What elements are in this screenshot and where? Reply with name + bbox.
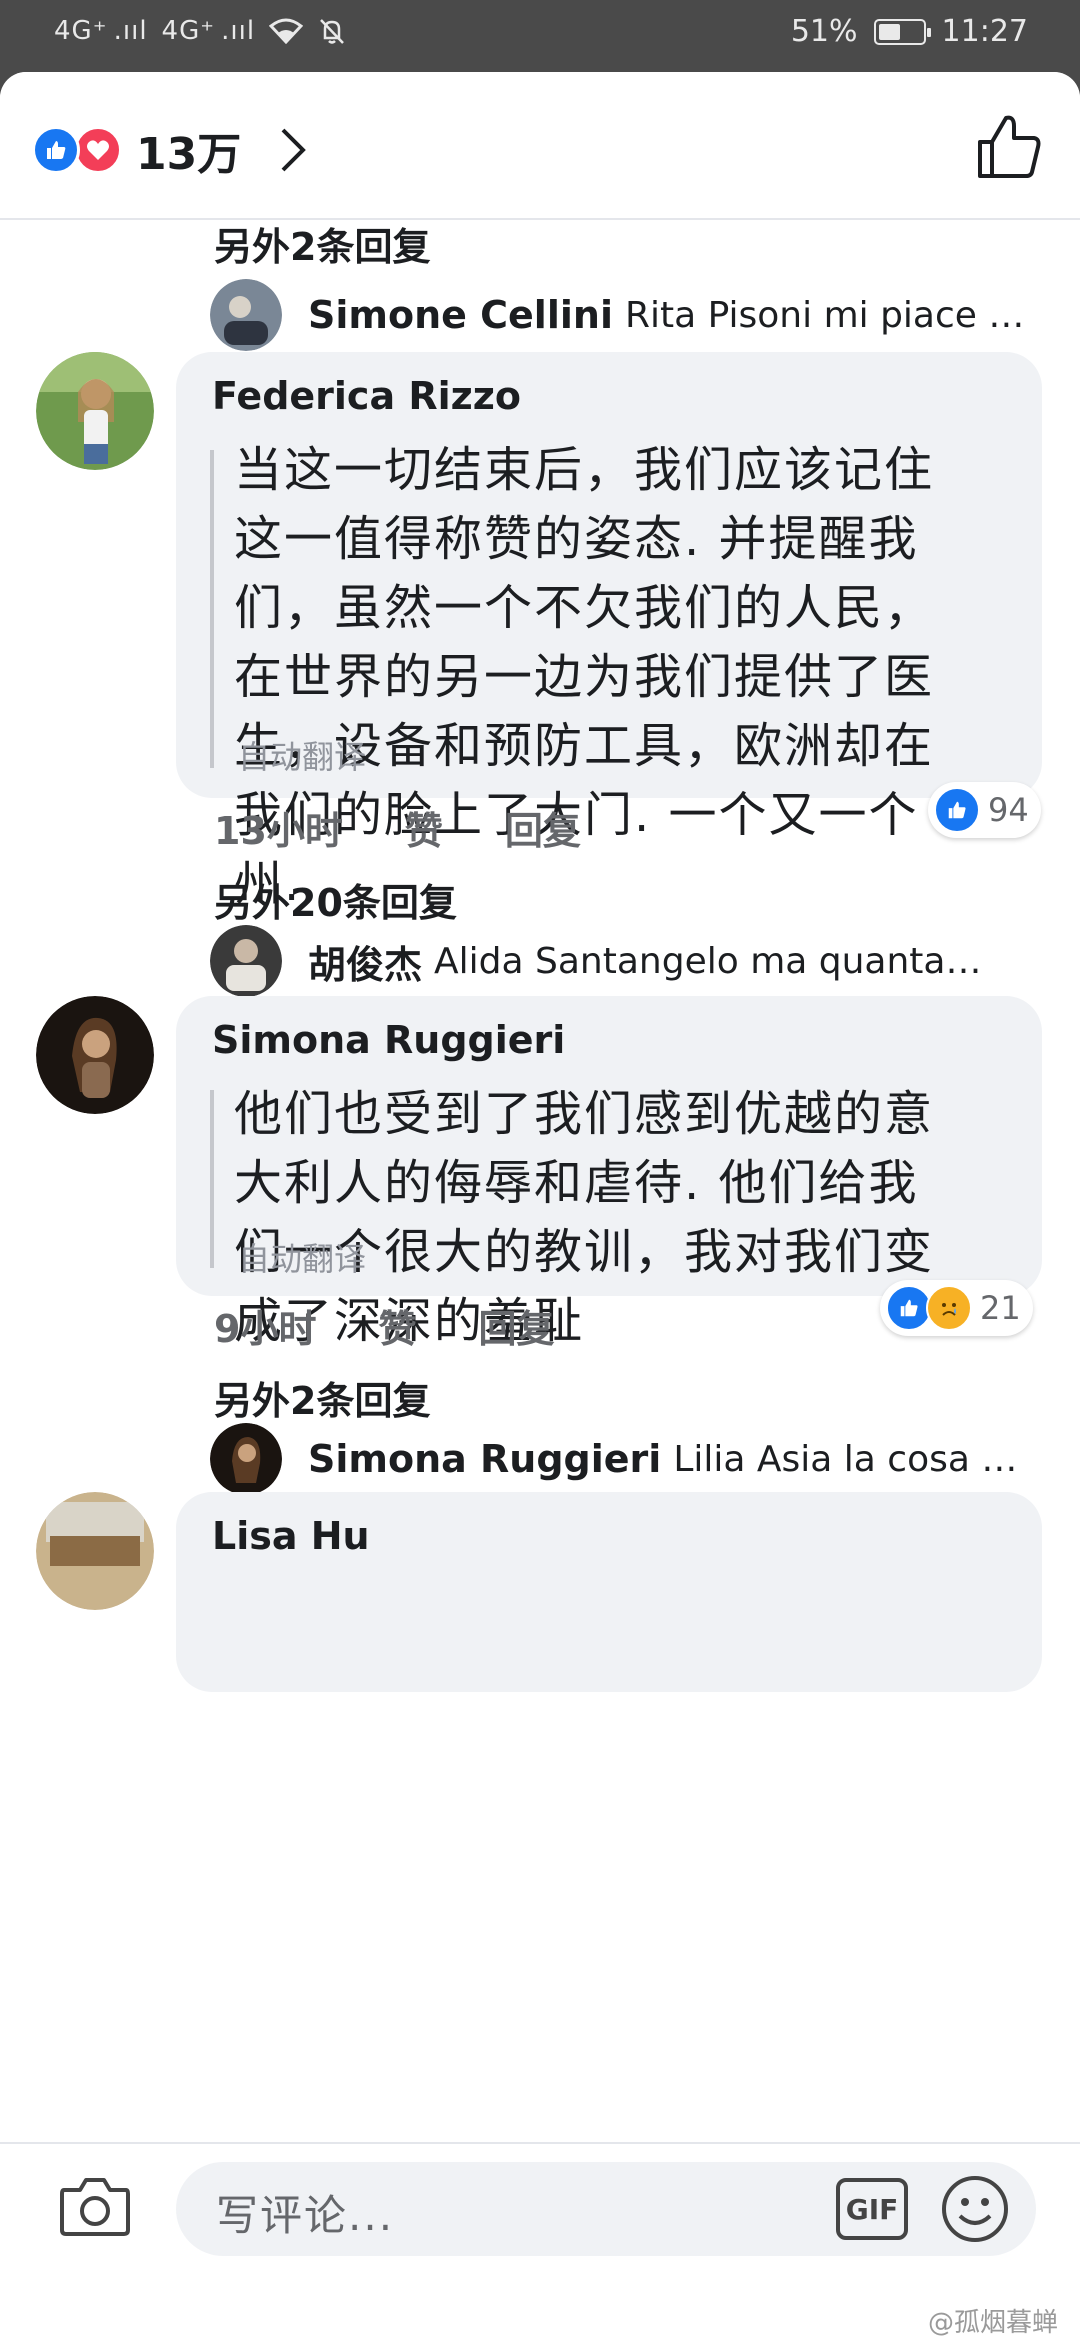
comment-line: 这一值得称赞的姿态. 并提醒我 [234,511,919,567]
reply-preview[interactable]: 胡俊杰 Alida Santangelo ma quanta… [210,924,1040,998]
more-replies-link[interactable]: 另外2条回复 [214,222,430,271]
reply-author[interactable]: Simona Ruggieri [308,1437,661,1481]
clock: 11:27 [941,14,1028,49]
comment-bubble: Simona Ruggieri 他们也受到了我们感到优越的意 大利人的侮辱和虐待… [176,996,1042,1349]
comment-bubble: Lisa Hu [176,1492,1042,1692]
reply-snippet: Alida Santangelo ma quanta… [434,940,982,982]
comment-time: 13小时 [214,809,343,853]
comment-line: 他们也受到了我们感到优越的意 [234,1086,935,1142]
camera-icon[interactable] [58,2174,132,2238]
comment-input-placeholder: 写评论... [216,2191,395,2240]
signal-icon: 4G⁺ .ııl [54,16,148,46]
auto-translate-label[interactable]: 自动翻译 [238,1234,366,1280]
comment-time: 9小时 [214,1307,317,1351]
avatar [210,279,282,351]
comment-author[interactable]: Lisa Hu [212,1514,370,1558]
comment-reactions[interactable]: 21 [880,1280,1033,1336]
comment-author[interactable]: Federica Rizzo [212,374,521,418]
reaction-count: 94 [988,791,1029,829]
reply-snippet: Rita Pisoni mi piace p… [624,294,1040,336]
comment-composer: 写评论... GIF [0,2142,1080,2268]
gif-icon: GIF [845,2192,899,2226]
reply-author[interactable]: 胡俊杰 [308,934,422,989]
reply-author[interactable]: Simone Cellini [308,293,613,337]
like-button[interactable]: 赞 [405,800,443,855]
comment-line: 在世界的另一边为我们提供了医 [234,649,935,705]
translation-divider [210,450,214,768]
reply-snippet: Lilia Asia la cosa gr… [673,1438,1040,1480]
reaction-count: 13万 [136,129,242,180]
comment-reactions[interactable]: 94 [928,782,1041,838]
like-icon [934,787,980,833]
watermark: @孤烟暮蝉 [927,2308,1058,2338]
more-replies-link[interactable]: 另外2条回复 [214,1370,430,1425]
comment-line: 大利人的侮辱和虐待. 他们给我 [234,1155,919,1211]
more-replies-link[interactable]: 另外20条回复 [214,872,457,927]
avatar[interactable] [36,996,154,1114]
reply-button[interactable]: 回复 [505,800,581,855]
comment-actions: 13小时 赞 回复 [214,800,643,855]
comments-list[interactable]: 另外2条回复 Simone Cellini Rita Pisoni mi pia… [0,222,1080,2212]
comment-author[interactable]: Simona Ruggieri [212,1018,565,1062]
wifi-icon [269,18,304,44]
comment-line: 当这一切结束后，我们应该记住 [234,442,935,498]
reactions-header: 13万 [0,72,1080,220]
like-icon [32,126,80,174]
love-icon [74,126,122,174]
auto-translate-label[interactable]: 自动翻译 [238,732,366,778]
avatar [210,925,282,997]
like-button[interactable]: 赞 [378,1298,416,1353]
signal-icon-2: 4G⁺ .ııl [161,16,256,46]
sad-icon [926,1285,972,1331]
avatar [210,1423,282,1495]
reaction-count: 21 [980,1289,1021,1327]
comment-input[interactable]: 写评论... GIF [176,2162,1036,2256]
gif-button[interactable]: GIF [836,2178,908,2240]
reply-preview[interactable]: Simone Cellini Rita Pisoni mi piace p… [210,278,1040,352]
comment-actions: 9小时 赞 回复 [214,1298,616,1353]
battery-fill [878,23,900,40]
reactions-summary[interactable]: 13万 [32,118,307,182]
thumbs-up-icon[interactable] [974,112,1044,182]
battery-percent: 51% [790,14,858,49]
reply-preview[interactable]: Simona Ruggieri Lilia Asia la cosa gr… [210,1422,1040,1496]
reply-button[interactable]: 回复 [478,1298,554,1353]
comment-bubble: Federica Rizzo 当这一切结束后，我们应该记住 这一值得称赞的姿态.… [176,352,1042,912]
avatar[interactable] [36,352,154,470]
translation-divider [210,1090,214,1268]
avatar[interactable] [36,1492,154,1610]
smile-icon[interactable] [940,2174,1010,2244]
battery-icon [873,18,931,45]
comment-line: 们，虽然一个不欠我们的人民， [234,580,935,636]
bell-off-icon [320,19,344,44]
status-bar: 4G⁺ .ııl 4G⁺ .ııl 51% 11:27 [0,0,1080,72]
chevron-right-icon [281,128,307,172]
comments-sheet: 13万 另外2条回复 Simone Cellini Rita Pisoni mi… [0,72,1080,2340]
